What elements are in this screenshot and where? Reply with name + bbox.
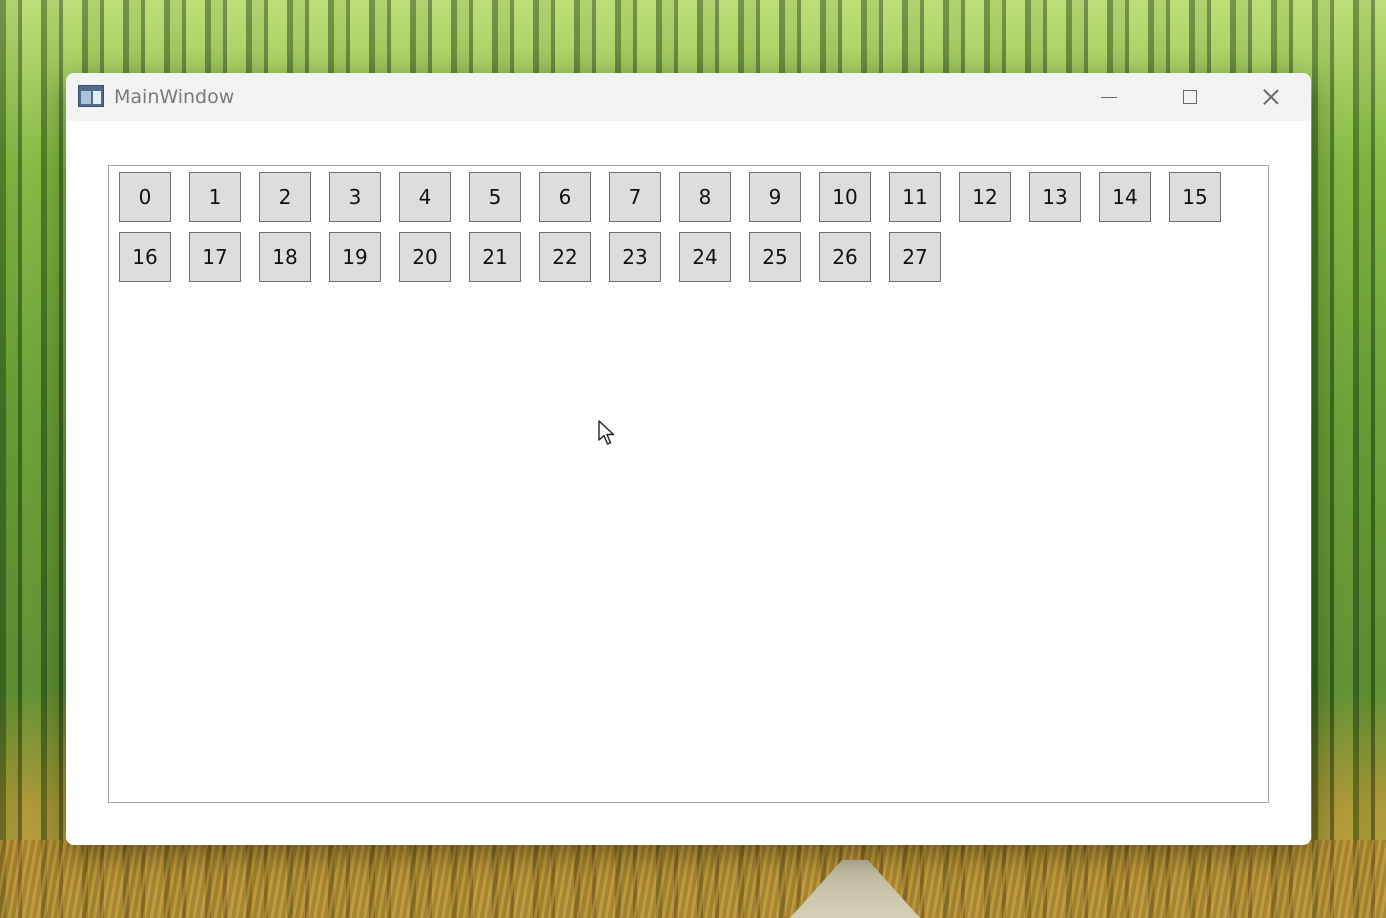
number-button-17[interactable]: 17 (189, 232, 241, 282)
number-button-14[interactable]: 14 (1099, 172, 1151, 222)
close-icon (1262, 88, 1280, 106)
number-button-0[interactable]: 0 (119, 172, 171, 222)
number-button-10[interactable]: 10 (819, 172, 871, 222)
number-button-2[interactable]: 2 (259, 172, 311, 222)
minimize-button[interactable] (1073, 73, 1145, 121)
maximize-button[interactable] (1154, 73, 1226, 121)
button-panel: 0 1 2 3 4 5 6 7 8 9 10 11 12 13 14 15 16 17 18 19 20 21 22 23 24… (108, 165, 1269, 803)
number-button-9[interactable]: 9 (749, 172, 801, 222)
number-button-26[interactable]: 26 (819, 232, 871, 282)
button-grid: 0 1 2 3 4 5 6 7 8 9 10 11 12 13 14 15 16 17 18 19 20 21 22 23 24… (119, 172, 1249, 292)
number-button-18[interactable]: 18 (259, 232, 311, 282)
number-button-7[interactable]: 7 (609, 172, 661, 222)
number-button-6[interactable]: 6 (539, 172, 591, 222)
app-window-icon (78, 85, 104, 107)
title-bar[interactable]: MainWindow (66, 73, 1311, 121)
window-title: MainWindow (114, 86, 235, 108)
number-button-23[interactable]: 23 (609, 232, 661, 282)
number-button-20[interactable]: 20 (399, 232, 451, 282)
main-window: MainWindow 0 1 2 3 4 5 6 7 8 9 10 11 12 13 14 15 16 17 18 1… (66, 73, 1311, 845)
number-button-19[interactable]: 19 (329, 232, 381, 282)
number-button-22[interactable]: 22 (539, 232, 591, 282)
minimize-icon (1101, 96, 1117, 98)
number-button-1[interactable]: 1 (189, 172, 241, 222)
close-button[interactable] (1235, 73, 1307, 121)
number-button-27[interactable]: 27 (889, 232, 941, 282)
mouse-pointer-icon (598, 420, 615, 445)
number-button-13[interactable]: 13 (1029, 172, 1081, 222)
number-button-4[interactable]: 4 (399, 172, 451, 222)
number-button-3[interactable]: 3 (329, 172, 381, 222)
number-button-24[interactable]: 24 (679, 232, 731, 282)
number-button-8[interactable]: 8 (679, 172, 731, 222)
number-button-16[interactable]: 16 (119, 232, 171, 282)
number-button-25[interactable]: 25 (749, 232, 801, 282)
number-button-11[interactable]: 11 (889, 172, 941, 222)
number-button-21[interactable]: 21 (469, 232, 521, 282)
maximize-icon (1183, 90, 1197, 104)
number-button-5[interactable]: 5 (469, 172, 521, 222)
number-button-12[interactable]: 12 (959, 172, 1011, 222)
number-button-15[interactable]: 15 (1169, 172, 1221, 222)
